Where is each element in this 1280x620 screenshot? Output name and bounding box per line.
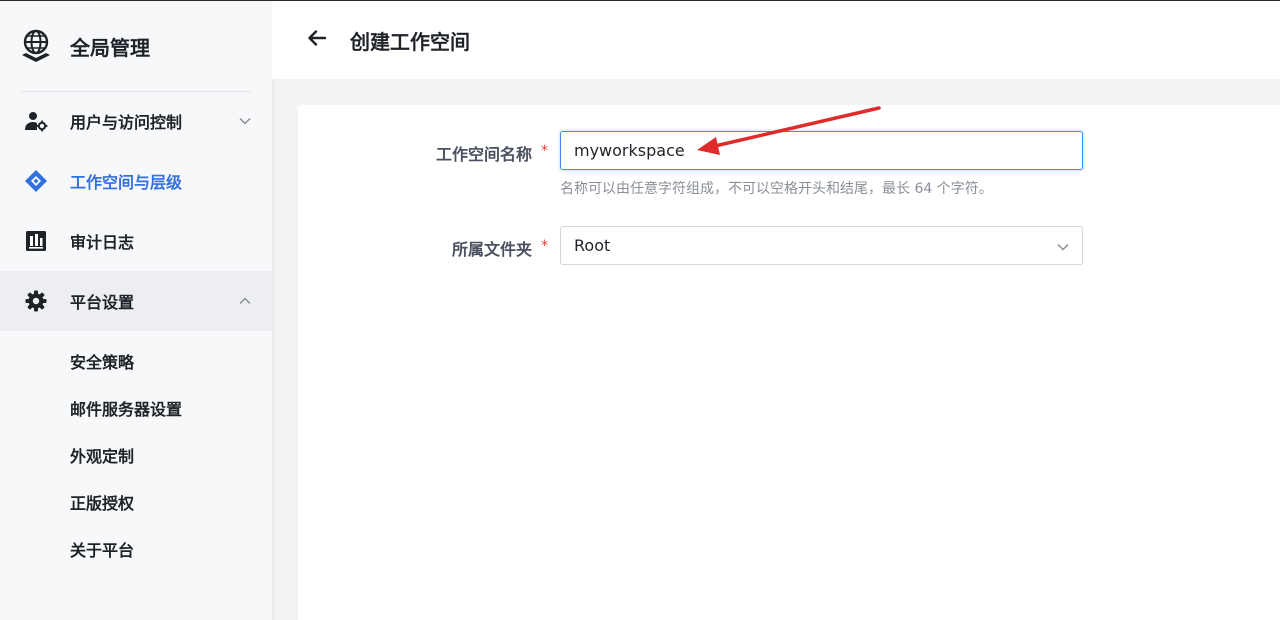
sidebar-item-label: 平台设置 xyxy=(70,293,135,312)
workspace-name-helper: 名称可以由任意字符组成，不可以空格开头和结尾，最长 64 个字符。 xyxy=(560,181,993,197)
workspace-name-label: 工作空间名称 xyxy=(435,145,532,164)
folder-select[interactable]: Root xyxy=(560,226,1083,265)
sidebar-item-audit-log[interactable]: 审计日志 xyxy=(0,211,272,271)
sidebar-item-workspaces[interactable]: 工作空间与层级 xyxy=(0,151,272,211)
globe-icon xyxy=(20,28,52,64)
sidebar-subitem-appearance[interactable]: 外观定制 xyxy=(0,431,272,478)
sidebar-brand: 全局管理 xyxy=(0,0,272,92)
chevron-up-icon xyxy=(238,293,252,307)
sidebar-item-label: 用户与访问控制 xyxy=(70,113,183,132)
sidebar-brand-title: 全局管理 xyxy=(70,35,150,60)
sidebar-subitem-mail-server[interactable]: 邮件服务器设置 xyxy=(0,384,272,431)
sidebar-item-label: 审计日志 xyxy=(70,233,135,252)
sidebar-item-label: 工作空间与层级 xyxy=(70,173,183,192)
chevron-down-icon xyxy=(238,113,252,127)
sidebar-nav: 用户与访问控制 工作空间与层级 审计日志 平台设置 安全策略 邮件服务器设置 外… xyxy=(0,91,272,572)
required-mark: * xyxy=(541,238,548,254)
page-header: 创建工作空间 xyxy=(272,1,1280,79)
workspace-name-input[interactable]: myworkspace xyxy=(560,131,1083,170)
gear-icon xyxy=(24,289,48,313)
chevron-down-icon xyxy=(1056,239,1070,253)
window-top-border xyxy=(0,0,1280,1)
sidebar-subitem-about[interactable]: 关于平台 xyxy=(0,525,272,572)
form-panel: 工作空间名称 * myworkspace 名称可以由任意字符组成，不可以空格开头… xyxy=(298,105,1280,620)
user-gear-icon xyxy=(24,109,48,133)
sidebar-subitem-license[interactable]: 正版授权 xyxy=(0,478,272,525)
audit-chart-icon xyxy=(24,229,48,253)
sidebar-subitem-security-policy[interactable]: 安全策略 xyxy=(0,337,272,384)
sidebar-item-users-access[interactable]: 用户与访问控制 xyxy=(0,91,272,151)
sidebar-item-platform-settings[interactable]: 平台设置 xyxy=(0,271,272,331)
folder-label: 所属文件夹 xyxy=(451,240,532,259)
workspace-diamond-icon xyxy=(24,169,48,193)
folder-select-value: Root xyxy=(574,236,611,255)
arrow-left-icon[interactable] xyxy=(306,27,328,49)
platform-settings-submenu: 安全策略 邮件服务器设置 外观定制 正版授权 关于平台 xyxy=(0,331,272,572)
required-mark: * xyxy=(541,143,548,159)
sidebar: 全局管理 用户与访问控制 工作空间与层级 审计日志 平台设置 安全策略 邮件服务… xyxy=(0,0,272,620)
page-title: 创建工作空间 xyxy=(350,30,470,54)
